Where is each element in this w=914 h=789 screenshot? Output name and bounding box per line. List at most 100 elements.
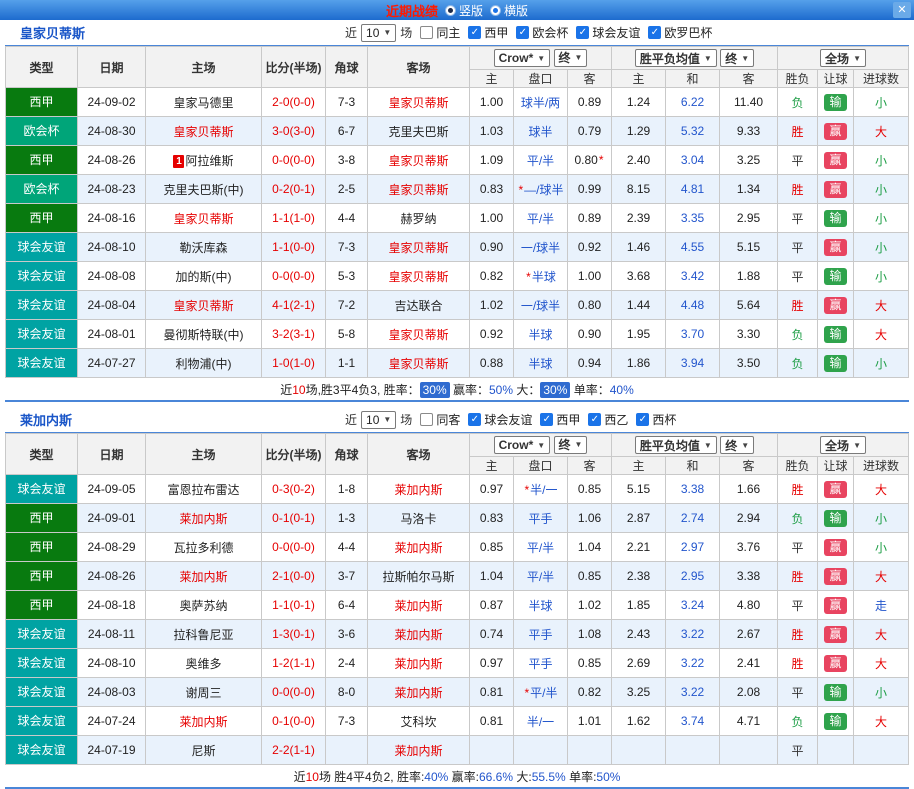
league-filter-checkbox[interactable]: ✓西乙: [588, 411, 628, 428]
avg-select-value: 胜平负均值: [640, 50, 700, 67]
odds-final-select[interactable]: 终▼: [554, 49, 588, 67]
home-team-name[interactable]: 阿拉维斯: [185, 154, 233, 168]
same-venue-checkbox[interactable]: 同主: [420, 24, 460, 41]
away-team-name[interactable]: 皇家贝蒂斯: [388, 357, 448, 371]
avg-away-cell: 2.67: [720, 620, 778, 649]
away-team-name[interactable]: 皇家贝蒂斯: [388, 270, 448, 284]
avg-select[interactable]: 胜平负均值▼: [635, 436, 717, 454]
home-team-cell: 瓦拉多利德: [146, 533, 262, 562]
checkbox-icon[interactable]: [420, 413, 433, 426]
home-team-name[interactable]: 瓦拉多利德: [173, 541, 233, 555]
goals-result-cell: 小: [854, 262, 909, 291]
league-filter-checkbox[interactable]: ✓球会友谊: [576, 24, 640, 41]
home-team-name[interactable]: 曼彻斯特联(中): [164, 328, 244, 342]
away-team-name[interactable]: 莱加内斯: [394, 599, 442, 613]
away-team-name[interactable]: 艾科坎: [400, 715, 436, 729]
away-team-name[interactable]: 皇家贝蒂斯: [388, 154, 448, 168]
away-team-name[interactable]: 莱加内斯: [394, 628, 442, 642]
checkbox-label: 球会友谊: [484, 411, 532, 428]
league-filter-checkbox[interactable]: ✓欧会杯: [516, 24, 568, 41]
away-team-name[interactable]: 莱加内斯: [394, 483, 442, 497]
checkbox-icon[interactable]: ✓: [636, 413, 649, 426]
home-team-name[interactable]: 加的斯(中): [176, 270, 232, 284]
away-team-name[interactable]: 吉达联合: [394, 299, 442, 313]
away-team-name[interactable]: 皇家贝蒂斯: [388, 328, 448, 342]
home-team-name[interactable]: 奥维多: [185, 657, 221, 671]
avg-home-cell: 1.95: [612, 320, 666, 349]
layout-vertical-option[interactable]: 竖版: [445, 2, 483, 19]
summary-value: 55.5%: [532, 770, 566, 784]
bookmaker-select[interactable]: Crow*▼: [494, 436, 551, 454]
home-team-name[interactable]: 皇家马德里: [173, 96, 233, 110]
layout-horizontal-option[interactable]: 横版: [490, 2, 528, 19]
away-team-name[interactable]: 马洛卡: [400, 512, 436, 526]
avg-final-select[interactable]: 终▼: [720, 49, 754, 67]
match-row: 球会友谊 24-07-19 尼斯 2-2(1-1) 莱加内斯 平: [6, 736, 909, 765]
home-team-name[interactable]: 莱加内斯: [179, 715, 227, 729]
away-team-name[interactable]: 皇家贝蒂斯: [388, 96, 448, 110]
home-team-name[interactable]: 利物浦(中): [176, 357, 232, 371]
league-filter-checkbox[interactable]: ✓欧罗巴杯: [648, 24, 712, 41]
away-odds-cell: 0.85: [568, 475, 612, 504]
scope-select[interactable]: 全场▼: [820, 49, 866, 67]
close-button[interactable]: ✕: [893, 2, 911, 18]
checkbox-icon[interactable]: ✓: [468, 413, 481, 426]
away-team-name[interactable]: 克里夫巴斯: [388, 125, 448, 139]
recent-label: 近: [345, 24, 357, 41]
checkbox-icon[interactable]: ✓: [516, 26, 529, 39]
home-team-name[interactable]: 皇家贝蒂斯: [173, 212, 233, 226]
league-filter-checkbox[interactable]: ✓球会友谊: [468, 411, 532, 428]
league-filter-checkbox[interactable]: ✓西杯: [636, 411, 676, 428]
home-team-cell: 曼彻斯特联(中): [146, 320, 262, 349]
checkbox-icon[interactable]: ✓: [576, 26, 589, 39]
home-team-name[interactable]: 克里夫巴斯(中): [164, 183, 244, 197]
scope-select[interactable]: 全场▼: [820, 436, 866, 454]
avg-select[interactable]: 胜平负均值▼: [635, 49, 717, 67]
radio-vertical-icon[interactable]: [445, 5, 456, 16]
checkbox-icon[interactable]: [420, 26, 433, 39]
checkbox-icon[interactable]: ✓: [468, 26, 481, 39]
home-team-name[interactable]: 皇家贝蒂斯: [173, 125, 233, 139]
topbar: 近期战绩 竖版 横版 ✕: [0, 0, 914, 20]
checkbox-icon[interactable]: ✓: [540, 413, 553, 426]
corner-cell: 7-3: [326, 88, 368, 117]
bookmaker-select-value: Crow*: [499, 438, 534, 452]
league-filter-checkbox[interactable]: ✓西甲: [468, 24, 508, 41]
home-team-name[interactable]: 尼斯: [191, 744, 215, 758]
same-venue-checkbox[interactable]: 同客: [420, 411, 460, 428]
checkbox-icon[interactable]: ✓: [648, 26, 661, 39]
home-team-name[interactable]: 富恩拉布雷达: [167, 483, 239, 497]
away-team-name[interactable]: 莱加内斯: [394, 686, 442, 700]
odds-final-select[interactable]: 终▼: [554, 436, 588, 454]
home-team-name[interactable]: 奥萨苏纳: [179, 599, 227, 613]
home-team-name[interactable]: 拉科鲁尼亚: [173, 628, 233, 642]
home-team-name[interactable]: 莱加内斯: [179, 512, 227, 526]
away-team-name[interactable]: 皇家贝蒂斯: [388, 241, 448, 255]
result-cell: 负: [778, 320, 818, 349]
avg-final-value: 终: [725, 437, 737, 454]
home-team-name[interactable]: 皇家贝蒂斯: [173, 299, 233, 313]
col-score: 比分(半场): [262, 47, 326, 88]
away-team-name[interactable]: 莱加内斯: [394, 657, 442, 671]
goals-result-cell: 大: [854, 117, 909, 146]
away-odds-cell: 0.99: [568, 175, 612, 204]
radio-horizontal-icon[interactable]: [490, 5, 501, 16]
home-team-name[interactable]: 勒沃库森: [179, 241, 227, 255]
subcol-avg-away: 客: [720, 70, 778, 88]
away-team-name[interactable]: 莱加内斯: [394, 744, 442, 758]
home-team-name[interactable]: 谢周三: [185, 686, 221, 700]
home-team-name[interactable]: 莱加内斯: [179, 570, 227, 584]
handicap-cell: 平/半: [514, 562, 568, 591]
avg-final-select[interactable]: 终▼: [720, 436, 754, 454]
recent-count-select[interactable]: 10▼: [361, 411, 396, 429]
league-filter-checkbox[interactable]: ✓西甲: [540, 411, 580, 428]
bookmaker-select[interactable]: Crow*▼: [494, 49, 551, 67]
result-cell: 平: [778, 678, 818, 707]
recent-count-select[interactable]: 10▼: [361, 24, 396, 42]
checkbox-icon[interactable]: ✓: [588, 413, 601, 426]
away-team-name[interactable]: 赫罗纳: [400, 212, 436, 226]
away-team-name[interactable]: 莱加内斯: [394, 541, 442, 555]
away-team-name[interactable]: 皇家贝蒂斯: [388, 183, 448, 197]
away-team-name[interactable]: 拉斯帕尔马斯: [382, 570, 454, 584]
col-corner: 角球: [326, 434, 368, 475]
